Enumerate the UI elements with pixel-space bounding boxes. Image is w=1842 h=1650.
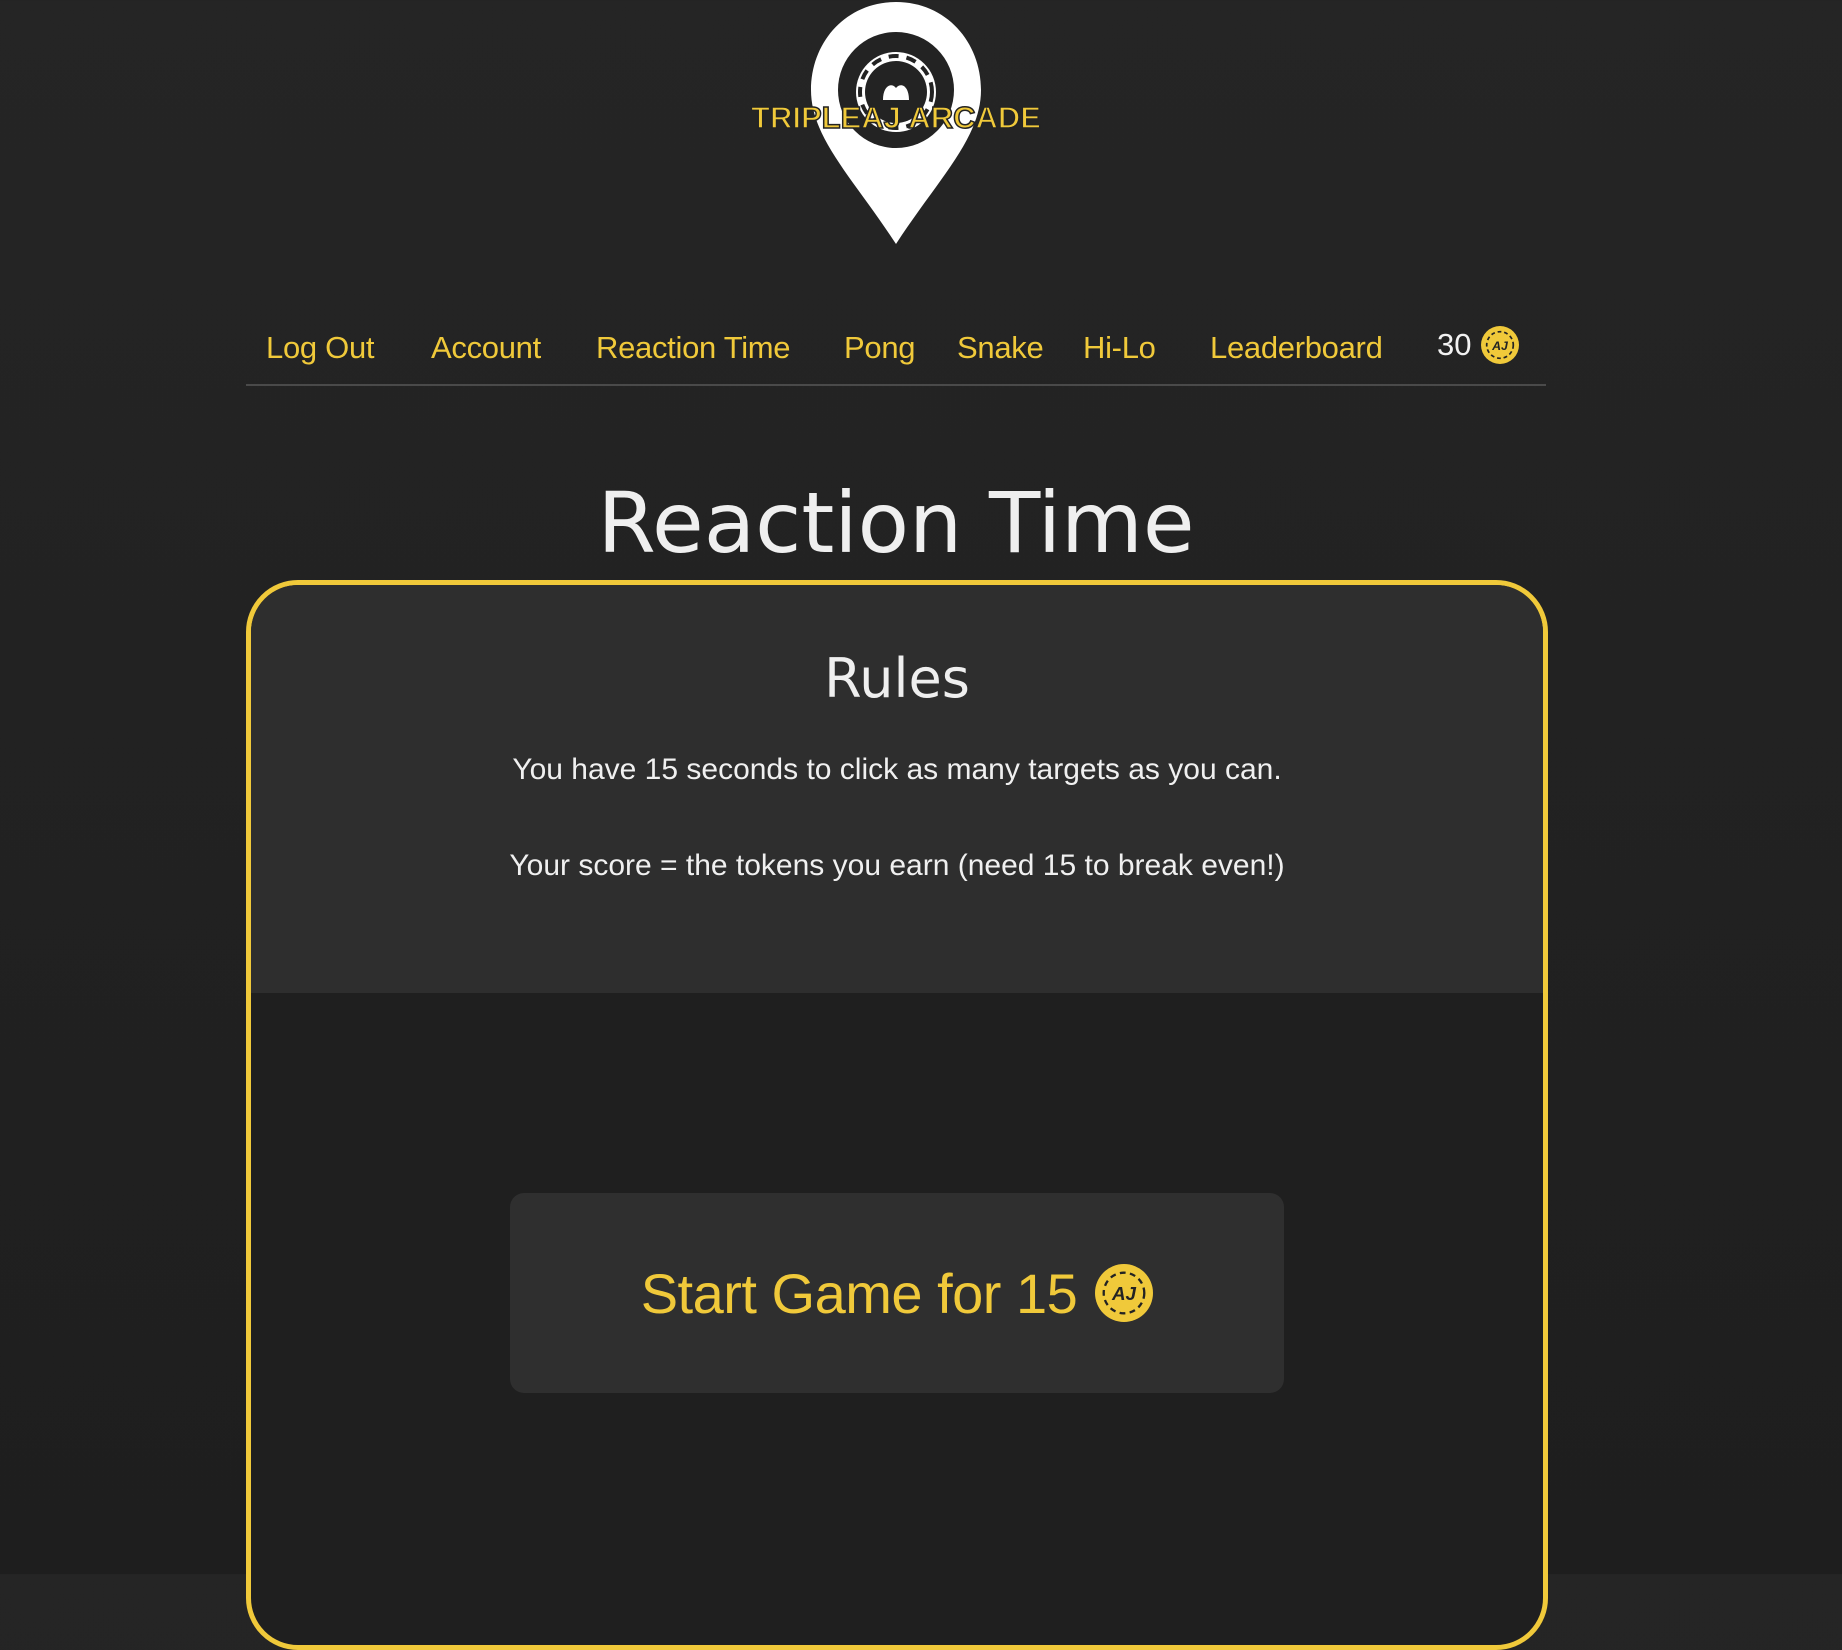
nav-pong[interactable]: Pong <box>844 330 916 366</box>
token-balance-value: 30 <box>1437 327 1472 362</box>
nav-hi-lo[interactable]: Hi-Lo <box>1083 330 1156 366</box>
rules-line-score: Your score = the tokens you earn (need 1… <box>509 849 1285 882</box>
rules-line-time: You have 15 seconds to click as many tar… <box>512 753 1282 786</box>
game-card: Rules You have 15 seconds to click as ma… <box>246 580 1548 1650</box>
nav-snake[interactable]: Snake <box>957 330 1044 366</box>
start-game-label: Start Game for 15 <box>640 1261 1078 1325</box>
main-nav: Log Out Account Reaction Time Pong Snake… <box>246 310 1546 386</box>
aj-token-icon: AJ <box>1481 326 1520 364</box>
token-icon-text: AJ <box>1111 1283 1137 1304</box>
logo-wordmark: TRIPLEAJ ARCADE <box>751 100 1041 135</box>
nav-log-out[interactable]: Log Out <box>266 330 375 366</box>
page-title: Reaction Time <box>597 474 1195 573</box>
rules-panel: Rules You have 15 seconds to click as ma… <box>251 585 1543 993</box>
start-game-button[interactable]: Start Game for 15 AJ <box>510 1193 1284 1393</box>
nav-reaction-time[interactable]: Reaction Time <box>596 330 791 366</box>
nav-leaderboard[interactable]: Leaderboard <box>1210 330 1383 366</box>
rules-title: Rules <box>824 647 970 710</box>
tripleaj-arcade-logo[interactable]: TRIPLEAJ ARCADE <box>733 0 1059 248</box>
token-balance: 30 AJ <box>1437 326 1520 364</box>
aj-token-icon: AJ <box>1095 1264 1154 1322</box>
token-icon-text: AJ <box>1492 339 1510 353</box>
nav-account[interactable]: Account <box>431 330 541 366</box>
